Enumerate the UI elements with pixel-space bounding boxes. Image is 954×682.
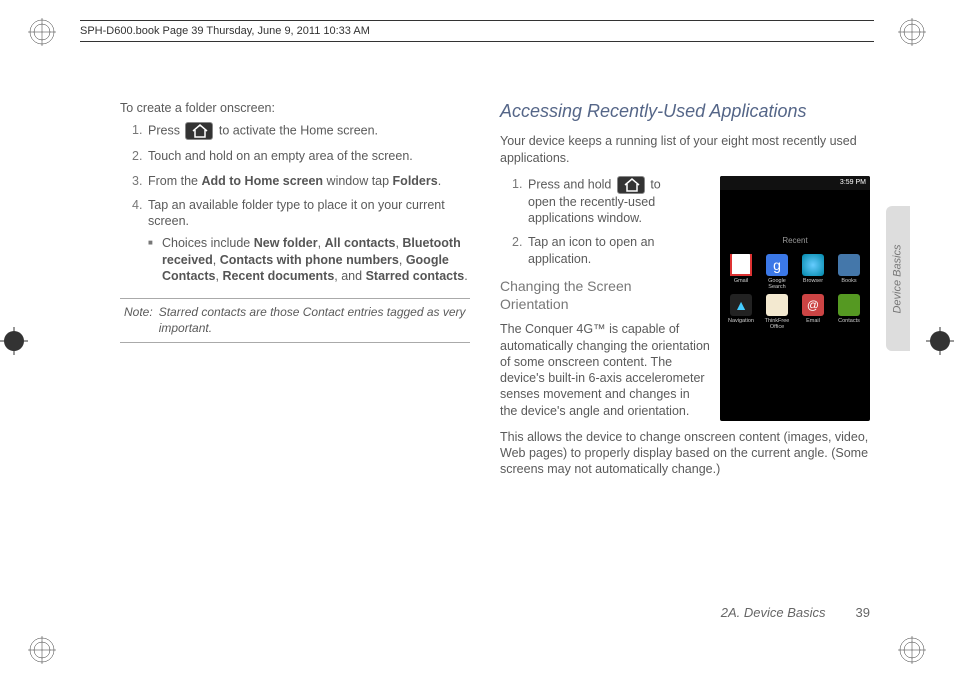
app-gmail: Gmail	[724, 254, 758, 290]
phone-app-grid: Gmail gGoogle Search Browser Books Navig…	[720, 254, 870, 330]
recent-intro: Your device keeps a running list of your…	[500, 133, 870, 166]
app-contacts: Contacts	[832, 294, 866, 330]
crop-mark-icon	[28, 636, 56, 664]
books-icon	[838, 254, 860, 276]
step-3: From the Add to Home screen window tap F…	[132, 173, 470, 189]
step-2: Touch and hold on an empty area of the s…	[132, 148, 470, 164]
folder-intro: To create a folder onscreen:	[120, 100, 470, 116]
heading-recent-apps: Accessing Recently-Used Applications	[500, 100, 870, 123]
recent-step-2: Tap an icon to open an application.	[512, 234, 692, 267]
step-1: Press to activate the Home screen.	[132, 122, 470, 140]
footer-section: 2A. Device Basics	[721, 605, 826, 622]
navigation-icon	[730, 294, 752, 316]
heading-orientation: Changing the Screen Orientation	[500, 277, 670, 313]
crop-mark-icon	[898, 18, 926, 46]
gmail-icon	[730, 254, 752, 276]
orientation-p2: This allows the device to change onscree…	[500, 429, 870, 478]
google-search-icon: g	[766, 254, 788, 276]
crop-mark-icon	[0, 327, 28, 355]
step-4: Tap an available folder type to place it…	[132, 197, 470, 284]
phone-recent-label: Recent	[720, 236, 870, 246]
folder-steps: Press to activate the Home screen. Touch…	[132, 122, 470, 284]
right-column: Accessing Recently-Used Applications You…	[500, 100, 870, 622]
page-footer: 2A. Device Basics 39	[721, 605, 870, 622]
crop-mark-icon	[926, 327, 954, 355]
home-button-icon	[617, 176, 645, 194]
home-button-icon	[185, 122, 213, 140]
recent-step-1: Press and hold to open the recently-used…	[512, 176, 692, 227]
app-thinkfree-office: ThinkFree Office	[760, 294, 794, 330]
phone-time: 3:59 PM	[840, 179, 866, 186]
book-meta: SPH-D600.book Page 39 Thursday, June 9, …	[80, 25, 370, 37]
note-label: Note:	[124, 305, 153, 336]
phone-screenshot: 3:59 PM Recent Gmail gGoogle Search Brow…	[720, 176, 870, 421]
crop-mark-icon	[28, 18, 56, 46]
contacts-icon	[838, 294, 860, 316]
app-browser: Browser	[796, 254, 830, 290]
note-box: Note: Starred contacts are those Contact…	[120, 298, 470, 343]
choices-bullet: Choices include New folder, All contacts…	[148, 235, 470, 284]
page-header: SPH-D600.book Page 39 Thursday, June 9, …	[80, 20, 874, 42]
phone-statusbar: 3:59 PM	[720, 176, 870, 190]
office-icon	[766, 294, 788, 316]
app-books: Books	[832, 254, 866, 290]
left-column: To create a folder onscreen: Press to ac…	[120, 100, 470, 622]
crop-mark-icon	[898, 636, 926, 664]
app-email: Email	[796, 294, 830, 330]
browser-icon	[802, 254, 824, 276]
app-google-search: gGoogle Search	[760, 254, 794, 290]
footer-page-number: 39	[856, 605, 870, 622]
app-navigation: Navigation	[724, 294, 758, 330]
email-icon	[802, 294, 824, 316]
note-body: Starred contacts are those Contact entri…	[159, 305, 466, 336]
recent-steps: Press and hold to open the recently-used…	[512, 176, 692, 267]
